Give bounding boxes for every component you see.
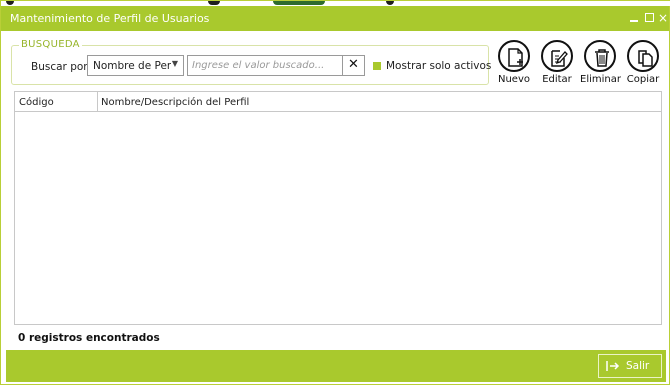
active-only-label[interactable]: Mostrar solo activos	[386, 60, 491, 72]
clear-icon: ✕	[348, 57, 359, 72]
column-header-name[interactable]: Nombre/Descripción del Perfil	[101, 97, 249, 108]
profile-maintenance-window: Mantenimiento de Perfil de Usuarios × BU…	[0, 0, 670, 385]
edit-button-label: Editar	[542, 74, 572, 85]
close-button[interactable]: ×	[656, 10, 670, 26]
exit-button[interactable]: Salir	[598, 354, 662, 378]
table-header: Código Nombre/Descripción del Perfil	[15, 92, 661, 112]
search-input[interactable]	[187, 55, 343, 76]
maximize-icon	[645, 13, 654, 22]
copy-button-label: Copiar	[626, 74, 660, 85]
artwork-fragment	[386, 1, 394, 5]
edit-document-icon	[551, 50, 568, 67]
minimize-icon	[630, 20, 638, 22]
column-divider[interactable]	[97, 92, 98, 111]
close-icon: ×	[657, 11, 669, 25]
clear-search-button[interactable]: ✕	[343, 55, 365, 76]
delete-button-label: Eliminar	[580, 74, 621, 85]
search-field-value: Nombre de Perfi	[93, 60, 171, 72]
new-button-label: Nuevo	[497, 74, 530, 85]
column-header-code[interactable]: Código	[19, 97, 54, 108]
trash-icon	[595, 49, 609, 67]
maximize-button[interactable]	[642, 10, 656, 26]
delete-button[interactable]: Eliminar	[580, 40, 621, 85]
search-group-legend: BUSQUEDA	[19, 39, 82, 50]
new-document-icon	[508, 48, 523, 67]
artwork-fragment	[6, 1, 14, 5]
footer-bar: Salir	[6, 350, 666, 382]
dropdown-arrow-icon: ▼	[171, 59, 178, 68]
artwork-fragment	[208, 1, 220, 5]
active-only-checkbox[interactable]	[373, 62, 381, 70]
minimize-button[interactable]	[627, 10, 641, 26]
new-button[interactable]: Nuevo	[494, 40, 534, 85]
search-by-label: Buscar por:	[31, 61, 91, 73]
copy-icon	[638, 50, 653, 67]
profiles-table[interactable]: Código Nombre/Descripción del Perfil	[14, 91, 662, 325]
title-bar: Mantenimiento de Perfil de Usuarios ×	[1, 6, 669, 31]
exit-button-label: Salir	[626, 360, 650, 372]
copy-button[interactable]: Copiar	[623, 40, 663, 85]
edit-button[interactable]: Editar	[537, 40, 577, 85]
records-count: 0 registros encontrados	[18, 332, 160, 344]
search-field-dropdown[interactable]: Nombre de Perfi ▼	[87, 55, 184, 76]
window-title: Mantenimiento de Perfil de Usuarios	[10, 12, 210, 25]
exit-icon	[606, 361, 620, 371]
artwork-fragment	[273, 1, 325, 5]
